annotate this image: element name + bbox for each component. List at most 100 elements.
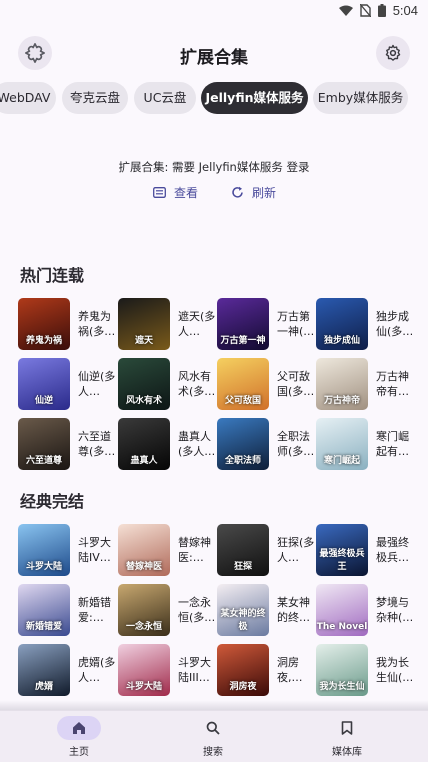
book-item[interactable]: 斗罗大陆 斗罗大陆IV…: [18, 524, 114, 576]
refresh-label: 刷新: [252, 186, 277, 200]
classic-grid: 斗罗大陆 斗罗大陆IV… 替嫁神医 替嫁神医:… 狂探 狂探(多人… 最强终极兵…: [18, 524, 414, 696]
book-cover: The Novel: [316, 584, 368, 636]
book-cover: 寒门崛起: [316, 418, 368, 470]
book-title: 寒门崛起有…: [376, 430, 409, 458]
book-title: 全职法师(多…: [277, 430, 315, 458]
book-title: 遮天(多人…: [178, 310, 216, 338]
list-icon: [153, 187, 166, 198]
book-cover: 新婚错爱: [18, 584, 70, 636]
section-title-classic: 经典完结: [20, 492, 85, 511]
status-icons: 5:04: [338, 3, 418, 18]
tab-quark-drive[interactable]: 夸克云盘: [62, 82, 128, 114]
section-title-hot: 热门连载: [20, 266, 85, 285]
book-item[interactable]: 斗罗大陆 斗罗大陆III…: [118, 644, 214, 696]
status-time: 5:04: [392, 3, 418, 18]
book-item[interactable]: 蛊真人 蛊真人(多人…: [118, 418, 216, 470]
book-title: 洞房夜,…: [277, 656, 303, 684]
book-title: 虎婿(多人…: [78, 656, 116, 684]
book-item[interactable]: 某女神的终极 某女神的终…: [217, 584, 313, 636]
nav-home-label: 主页: [69, 747, 89, 758]
book-item[interactable]: 最强终极兵王 最强终极兵…: [316, 524, 412, 576]
book-title: 斗罗大陆III…: [178, 656, 211, 684]
nav-library-label: 媒体库: [332, 747, 362, 758]
view-label: 查看: [174, 186, 199, 200]
book-item[interactable]: 遮天 遮天(多人…: [118, 298, 216, 350]
tab-jellyfin[interactable]: Jellyfin媒体服务: [201, 82, 308, 114]
book-title: 新婚错爱:…: [78, 596, 111, 624]
tab-webdav[interactable]: WebDAV: [0, 82, 56, 114]
book-cover: 万古第一神: [217, 298, 269, 350]
view-button[interactable]: 查看: [153, 184, 198, 201]
book-cover: 斗罗大陆: [118, 644, 170, 696]
book-title: 风水有术(多…: [178, 370, 216, 398]
book-item[interactable]: 新婚错爱 新婚错爱:…: [18, 584, 114, 636]
refresh-button[interactable]: 刷新: [231, 184, 276, 201]
notice-actions: 查看 刷新: [0, 184, 428, 202]
book-title: 我为长生仙(…: [376, 656, 414, 684]
book-cover: 斗罗大陆: [18, 524, 70, 576]
book-title: 某女神的终…: [277, 596, 310, 624]
book-cover: 狂探: [217, 524, 269, 576]
book-cover: 蛊真人: [118, 418, 170, 470]
gear-icon: [385, 44, 401, 61]
book-item[interactable]: 全职法师 全职法师(多…: [217, 418, 315, 470]
book-cover: 全职法师: [217, 418, 269, 470]
nav-home[interactable]: 主页: [29, 716, 129, 758]
tab-emby[interactable]: Emby媒体服务: [313, 82, 408, 114]
book-item[interactable]: 寒门崛起 寒门崛起有…: [316, 418, 412, 470]
tab-uc-drive[interactable]: UC云盘: [134, 82, 196, 114]
book-cover: 仙逆: [18, 358, 70, 410]
book-item[interactable]: 风水有术 风水有术(多…: [118, 358, 216, 410]
book-item[interactable]: 万古神帝 万古神帝有…: [316, 358, 412, 410]
scroll-fade: [0, 700, 428, 710]
refresh-icon: [232, 186, 243, 198]
book-item[interactable]: 仙逆 仙逆(多人…: [18, 358, 115, 410]
book-title: 狂探(多人…: [277, 536, 315, 564]
book-cover: 独步成仙: [316, 298, 368, 350]
book-cover: 遮天: [118, 298, 170, 350]
book-item[interactable]: 万古第一神 万古第一神(…: [217, 298, 315, 350]
book-cover: 替嫁神医: [118, 524, 170, 576]
book-item[interactable]: 虎婿 虎婿(多人…: [18, 644, 116, 696]
home-icon: [73, 722, 85, 734]
nav-search[interactable]: 搜索: [163, 716, 263, 758]
book-cover: 某女神的终极: [217, 584, 269, 636]
source-tabs: WebDAV 夸克云盘 UC云盘 Jellyfin媒体服务 Emby媒体服务: [0, 82, 428, 114]
book-item[interactable]: 一念永恒 一念永恒(多…: [118, 584, 215, 636]
book-item[interactable]: 狂探 狂探(多人…: [217, 524, 315, 576]
book-cover: 风水有术: [118, 358, 170, 410]
nav-home-indicator: [57, 716, 101, 740]
book-title: 斗罗大陆IV…: [78, 536, 111, 564]
book-title: 最强终极兵…: [376, 536, 409, 564]
book-item[interactable]: 六至道尊 六至道尊(多…: [18, 418, 115, 470]
app-bar: 扩展合集: [0, 36, 428, 72]
book-cover: 万古神帝: [316, 358, 368, 410]
book-title: 独步成仙(多…: [376, 310, 414, 338]
settings-button[interactable]: [376, 36, 410, 70]
hot-grid: 养鬼为祸 养鬼为祸(多… 遮天 遮天(多人… 万古第一神 万古第一神(… 独步成…: [18, 298, 414, 470]
bottom-nav: 主页 搜索 媒体库: [0, 710, 428, 762]
book-title: 蛊真人(多人…: [178, 430, 216, 458]
page-title: 扩展合集: [180, 48, 248, 68]
book-cover: 虎婿: [18, 644, 70, 696]
search-icon: [206, 721, 220, 735]
book-item[interactable]: 替嫁神医 替嫁神医:…: [118, 524, 214, 576]
book-item[interactable]: 父可敌国 父可敌国(多…: [217, 358, 314, 410]
nav-search-indicator: [191, 716, 235, 740]
status-bar: 5:04: [0, 0, 428, 22]
battery-icon: [377, 4, 386, 17]
book-cover: 一念永恒: [118, 584, 170, 636]
book-title: 万古神帝有…: [376, 370, 409, 398]
bookmark-icon: [341, 721, 353, 735]
book-title: 万古第一神(…: [277, 310, 315, 338]
nav-library-indicator: [325, 716, 369, 740]
book-cover: 洞房夜: [217, 644, 269, 696]
book-item[interactable]: 洞房夜 洞房夜,…: [217, 644, 313, 696]
book-item[interactable]: 我为长生仙 我为长生仙(…: [316, 644, 414, 696]
book-cover: 我为长生仙: [316, 644, 368, 696]
book-item[interactable]: 独步成仙 独步成仙(多…: [316, 298, 414, 350]
book-item[interactable]: The Novel 梦境与杂种(…: [316, 584, 413, 636]
book-item[interactable]: 养鬼为祸 养鬼为祸(多…: [18, 298, 115, 350]
nav-library[interactable]: 媒体库: [297, 716, 397, 758]
wifi-icon: [338, 5, 353, 16]
